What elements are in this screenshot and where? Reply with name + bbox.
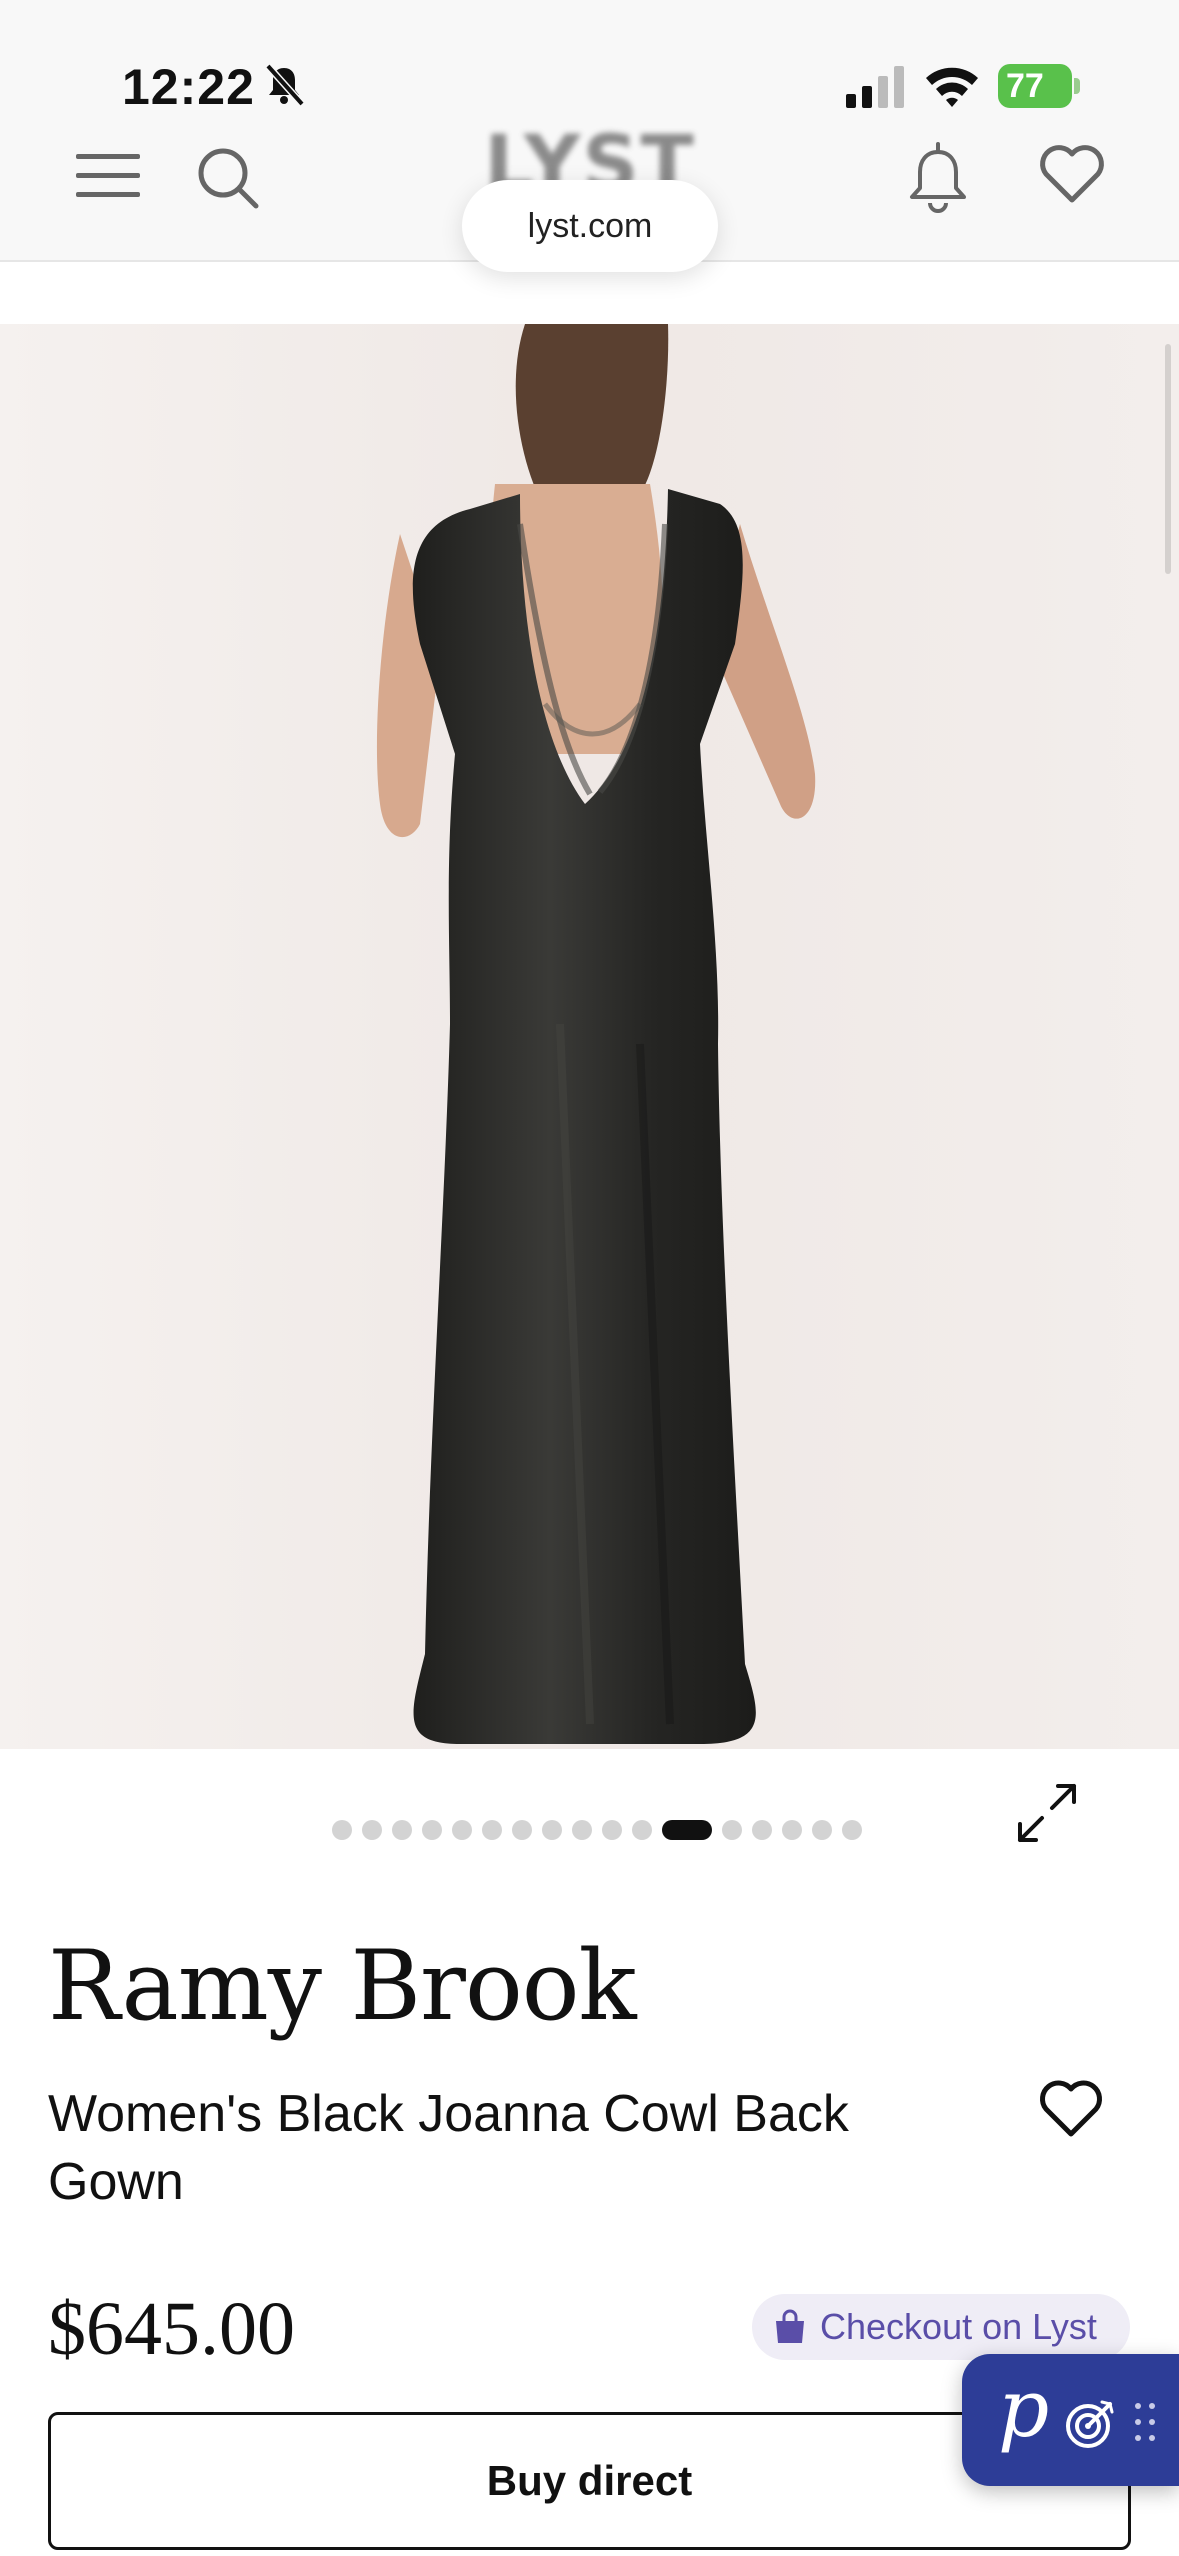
wifi-icon [926,67,978,107]
battery-level: 77 [1006,67,1044,105]
carousel-dot[interactable] [512,1820,532,1840]
carousel-dot-active[interactable] [662,1820,712,1840]
carousel-dot[interactable] [332,1820,352,1840]
drag-handle-icon[interactable] [1132,2400,1158,2444]
status-time: 12:22 [122,59,255,115]
expand-icon[interactable] [1014,1780,1080,1846]
image-scrollbar [1165,344,1171,574]
carousel-dot[interactable] [842,1820,862,1840]
carousel-dot[interactable] [392,1820,412,1840]
carousel-dot[interactable] [542,1820,562,1840]
carousel-dot[interactable] [782,1820,802,1840]
url-pill[interactable]: lyst.com [462,180,718,272]
menu-icon[interactable] [76,150,140,202]
carousel-dots[interactable] [332,1820,862,1840]
carousel-dot[interactable] [362,1820,382,1840]
cellular-signal-icon [846,66,904,108]
wishlist-heart-icon[interactable] [1038,142,1106,206]
gown-photo [0,324,1179,1749]
target-icon[interactable] [1064,2398,1116,2450]
floating-assistant-widget[interactable]: p [962,2354,1179,2486]
carousel-dot[interactable] [632,1820,652,1840]
carousel-dot[interactable] [722,1820,742,1840]
silent-mode-icon [265,63,305,106]
carousel-dot[interactable] [452,1820,472,1840]
checkout-label: Checkout on Lyst [820,2306,1097,2347]
product-title: Women's Black Joanna Cowl Back Gown [48,2085,849,2211]
carousel-dot[interactable] [602,1820,622,1840]
carousel-dot[interactable] [482,1820,502,1840]
product-image[interactable] [0,324,1179,1749]
carousel-dot[interactable] [422,1820,442,1840]
product-price: $645.00 [48,2287,295,2371]
search-icon[interactable] [196,146,260,210]
widget-logo-letter: p [998,2362,1050,2455]
save-product-heart-icon[interactable] [1038,2078,1104,2140]
battery-indicator: 77 [998,64,1080,108]
brand-name[interactable]: Ramy Brook [48,1930,637,2042]
notifications-bell-icon[interactable] [906,140,970,214]
carousel-dot[interactable] [572,1820,592,1840]
shopping-bag-icon [776,2309,804,2343]
carousel-dot[interactable] [752,1820,772,1840]
checkout-on-lyst-badge[interactable]: Checkout on Lyst [752,2294,1130,2360]
top-bar: 12:22 77 LYST lyst.com [0,0,1179,272]
carousel-dot[interactable] [812,1820,832,1840]
